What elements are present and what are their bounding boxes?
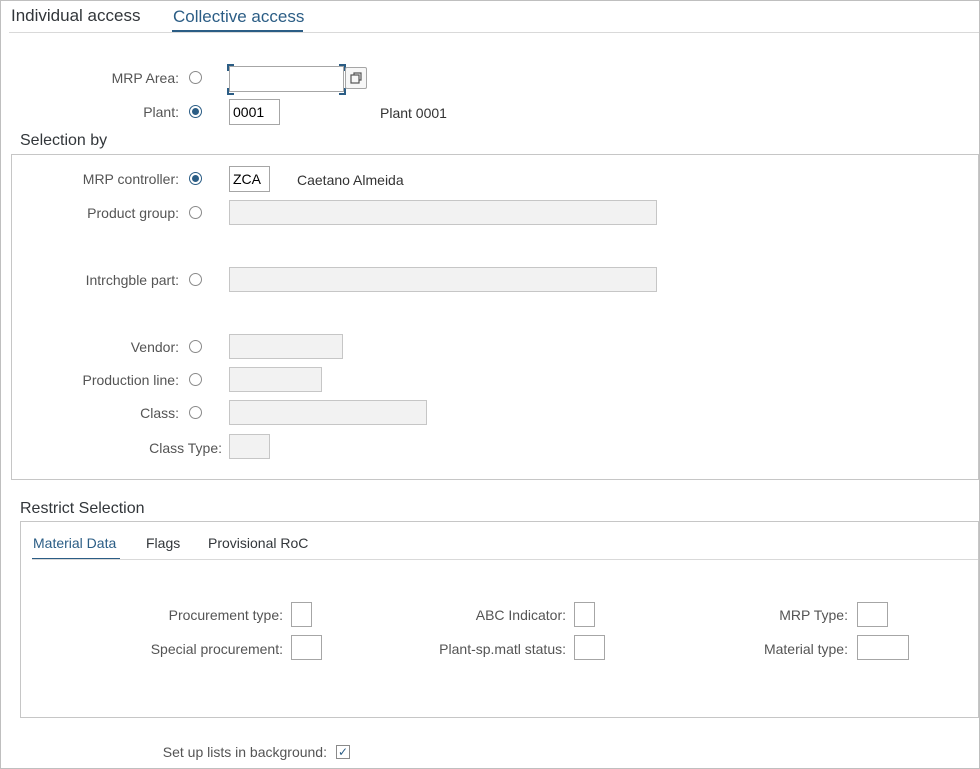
background-lists-checkbox[interactable]: ✓ xyxy=(336,745,350,759)
selection-by-title: Selection by xyxy=(20,132,108,149)
material-type-input[interactable] xyxy=(857,635,909,660)
mrp-controller-radio[interactable] xyxy=(189,172,202,185)
background-lists-label: Set up lists in background: xyxy=(162,744,327,760)
plant-input[interactable] xyxy=(229,99,280,125)
tab-individual-access[interactable]: Individual access xyxy=(11,6,140,26)
class-type-input[interactable] xyxy=(229,434,270,459)
plant-sp-matl-status-input[interactable] xyxy=(574,635,605,660)
abc-indicator-label: ABC Indicator: xyxy=(475,607,566,623)
abc-indicator-input[interactable] xyxy=(574,602,595,627)
special-procurement-label: Special procurement: xyxy=(150,641,283,657)
value-help-icon[interactable] xyxy=(345,67,367,89)
class-input[interactable] xyxy=(229,400,427,425)
focus-corner-bl xyxy=(227,88,234,95)
tab-collective-access[interactable]: Collective access xyxy=(173,7,304,27)
value-help-icon-glyph xyxy=(350,72,362,84)
mrp-controller-label: MRP controller: xyxy=(82,171,179,187)
production-line-input[interactable] xyxy=(229,367,322,392)
subtab-flags[interactable]: Flags xyxy=(146,535,180,551)
mrp-type-label: MRP Type: xyxy=(779,607,848,623)
intrchgble-part-radio[interactable] xyxy=(189,273,202,286)
restrict-selection-title: Restrict Selection xyxy=(20,500,145,517)
product-group-input[interactable] xyxy=(229,200,657,225)
product-group-radio[interactable] xyxy=(189,206,202,219)
mrp-type-input[interactable] xyxy=(857,602,888,627)
procurement-type-input[interactable] xyxy=(291,602,312,627)
tab-bar-divider xyxy=(9,32,979,33)
mrp-controller-description: Caetano Almeida xyxy=(297,172,404,188)
vendor-radio[interactable] xyxy=(189,340,202,353)
production-line-radio[interactable] xyxy=(189,373,202,386)
plant-sp-matl-status-label: Plant-sp.matl status: xyxy=(439,641,566,657)
material-type-label: Material type: xyxy=(763,641,848,657)
focus-corner-br xyxy=(339,88,346,95)
class-label: Class: xyxy=(140,405,179,421)
plant-radio[interactable] xyxy=(189,105,202,118)
plant-description: Plant 0001 xyxy=(380,105,447,121)
production-line-label: Production line: xyxy=(82,372,179,388)
intrchgble-part-label: Intrchgble part: xyxy=(85,272,179,288)
mrp-area-input[interactable] xyxy=(229,66,344,92)
mrp-area-label: MRP Area: xyxy=(111,70,179,86)
vendor-input[interactable] xyxy=(229,334,343,359)
special-procurement-input[interactable] xyxy=(291,635,322,660)
intrchgble-part-input[interactable] xyxy=(229,267,657,292)
vendor-label: Vendor: xyxy=(130,339,179,355)
class-radio[interactable] xyxy=(189,406,202,419)
mrp-controller-input[interactable] xyxy=(229,166,270,192)
mrp-area-radio[interactable] xyxy=(189,71,202,84)
product-group-label: Product group: xyxy=(87,205,179,221)
subtab-bar-divider xyxy=(32,559,978,560)
procurement-type-label: Procurement type: xyxy=(168,607,283,623)
app-frame: Individual access Collective access MRP … xyxy=(0,0,980,769)
focus-corner-tl xyxy=(227,64,234,71)
subtab-provisional-roc[interactable]: Provisional RoC xyxy=(208,535,308,551)
plant-label: Plant: xyxy=(143,104,179,120)
class-type-label: Class Type: xyxy=(149,440,222,456)
subtab-material-data[interactable]: Material Data xyxy=(33,535,116,551)
